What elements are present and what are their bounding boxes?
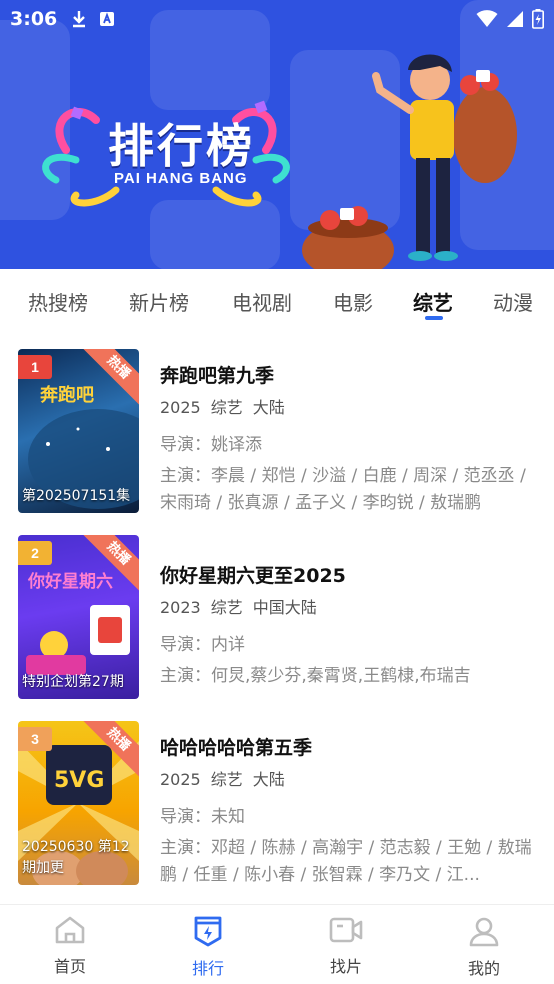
svg-text:你好星期六: 你好星期六 [27,571,113,592]
profile-icon [469,917,499,947]
item-meta: 2025 综艺 大陆 [160,394,540,418]
nav-ranking[interactable]: 排行 [168,915,248,979]
nav-ranking-label: 排行 [191,959,224,978]
poster-thumbnail[interactable]: 奔跑吧 1 热播 第202507151集 [18,349,139,513]
poster-thumbnail[interactable]: 5VG 3 热播 20250630 第12期加更 [18,721,139,885]
episode-label: 第202507151集 [22,488,131,504]
tab-movie[interactable]: 电影 [333,287,373,316]
item-title[interactable]: 奔跑吧第九季 [160,361,540,388]
item-region: 大陆 [252,770,285,789]
nav-home-label: 首页 [53,957,86,976]
item-genre: 综艺 [210,598,243,617]
item-meta: 2023 综艺 中国大陆 [160,594,540,618]
rank-badge: 3 [18,727,52,751]
poster-thumbnail[interactable]: 你好星期六 2 热播 特别企划第27期 [18,535,139,699]
item-director: 导演：姚译添 [160,435,262,455]
status-time: 3:06 [10,8,58,30]
episode-label: 特别企划第27期 [22,674,124,690]
banner-subtitle: PAI HANG BANG [114,170,248,187]
item-year: 2023 [160,598,201,617]
tab-hot-search[interactable]: 热搜榜 [28,287,88,316]
item-info: 哈哈哈哈哈第五季 2025 综艺 大陆 导演：未知 主演：邓超 / 陈赫 / 高瀚宇… [160,733,540,889]
home-icon [55,916,85,944]
item-genre: 综艺 [210,398,243,417]
item-cast: 主演：邓超 / 陈赫 / 高瀚宇 / 范志毅 / 王勉 / 敖瑞鹏 / 任重 /… [160,838,532,885]
banner-decor [150,200,280,269]
nav-profile[interactable]: 我的 [444,915,524,979]
rank-badge: 2 [18,541,52,565]
svg-text:5VG: 5VG [54,768,104,793]
item-year: 2025 [160,398,201,417]
active-tab-indicator [425,316,443,320]
wifi-icon [476,10,498,27]
signal-icon [507,11,523,27]
bottom-navigation: 首页 排行 找片 我的 [0,904,554,984]
item-region: 大陆 [252,398,285,417]
font-app-icon [100,12,115,26]
video-camera-icon [329,917,363,943]
nav-home[interactable]: 首页 [30,915,110,977]
tab-anime[interactable]: 动漫 [493,287,533,316]
episode-label: 20250630 第12期加更 [22,839,130,876]
status-bar: 3:06 [0,0,554,38]
tab-tv-series[interactable]: 电视剧 [232,287,292,316]
battery-icon [532,9,544,29]
item-director: 导演：内详 [160,635,245,655]
cartoon-illustration [302,54,517,269]
list-item[interactable]: 5VG 3 热播 20250630 第12期加更 哈哈哈哈哈第五季 2025 综艺… [0,721,554,891]
banner-title: 排行榜 [108,119,255,173]
item-year: 2025 [160,770,201,789]
nav-find-label: 找片 [329,957,362,976]
item-meta: 2025 综艺 大陆 [160,766,540,790]
svg-text:奔跑吧: 奔跑吧 [39,384,94,406]
item-cast: 主演：何炅,蔡少芬,秦霄贤,王鹤棣,布瑞吉 [160,666,471,686]
tab-new-release[interactable]: 新片榜 [129,287,189,316]
item-title[interactable]: 你好星期六更至2025 [160,561,540,588]
item-info: 你好星期六更至2025 2023 综艺 中国大陆 导演：内详 主演：何炅,蔡少芬,秦… [160,561,540,690]
item-region: 中国大陆 [252,598,317,617]
item-genre: 综艺 [210,770,243,789]
category-tabs: 热搜榜 新片榜 电视剧 电影 综艺 动漫 [0,269,554,331]
tab-variety[interactable]: 综艺 [413,287,453,316]
nav-find[interactable]: 找片 [306,915,386,977]
nav-profile-label: 我的 [467,959,500,978]
item-cast: 主演：李晨 / 郑恺 / 沙溢 / 白鹿 / 周深 / 范丞丞 / 宋雨琦 / … [160,466,526,513]
rank-badge: 1 [18,355,52,379]
ranking-banner: 3:06 排行榜 PAI HANG BANG [0,0,554,269]
list-item[interactable]: 奔跑吧 1 热播 第202507151集 奔跑吧第九季 2025 综艺 大陆 导演：… [0,349,554,519]
download-icon [73,11,86,28]
item-info: 奔跑吧第九季 2025 综艺 大陆 导演：姚译添 主演：李晨 / 郑恺 / 沙溢 /… [160,361,540,517]
item-title[interactable]: 哈哈哈哈哈第五季 [160,733,540,760]
item-director: 导演：未知 [160,807,245,827]
ranking-icon [194,916,222,947]
list-item[interactable]: 你好星期六 2 热播 特别企划第27期 你好星期六更至2025 2023 综艺 中国… [0,535,554,705]
